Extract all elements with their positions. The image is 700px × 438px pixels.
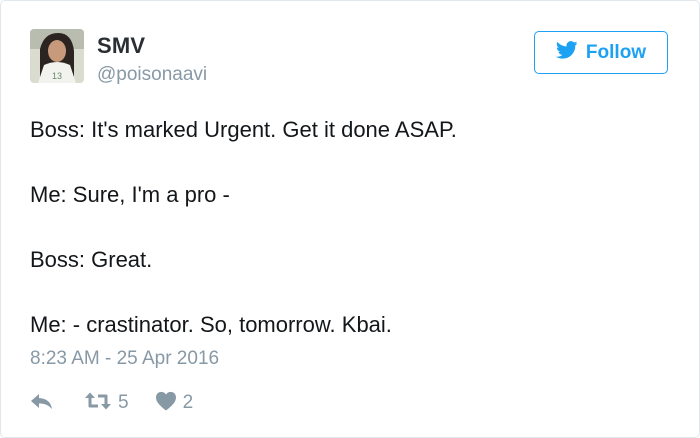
tweet-timestamp[interactable]: 8:23 AM - 25 Apr 2016 (30, 348, 219, 370)
avatar-photo: 13 (30, 29, 84, 83)
heart-icon (155, 391, 177, 416)
retweet-button[interactable]: 5 (84, 391, 129, 416)
reply-button[interactable] (30, 391, 54, 416)
tweet-text-line: Me: - crastinator. So, tomorrow. Kbai. (30, 312, 392, 337)
user-name[interactable]: SMV (97, 33, 145, 59)
avatar-jersey-number: 13 (52, 71, 62, 81)
tweet-actions: 5 2 (30, 389, 193, 417)
follow-button-label: Follow (585, 41, 647, 63)
tweet-text-line: Me: Sure, I'm a pro - (30, 182, 230, 207)
user-handle[interactable]: @poisonaavi (97, 64, 207, 86)
like-count: 2 (182, 392, 194, 413)
follow-button[interactable]: Follow (534, 31, 668, 74)
twitter-bird-icon (555, 40, 586, 65)
retweet-icon (84, 391, 112, 416)
reply-icon (30, 391, 54, 416)
tweet-text-line: Boss: Great. (30, 247, 153, 272)
tweet-card: 13 SMV @poisonaavi Follow Boss: It's mar… (0, 0, 700, 438)
retweet-count: 5 (118, 392, 129, 413)
avatar[interactable]: 13 (30, 29, 84, 83)
like-button[interactable]: 2 (155, 391, 194, 416)
tweet-text-line: Boss: It's marked Urgent. Get it done AS… (30, 117, 457, 142)
